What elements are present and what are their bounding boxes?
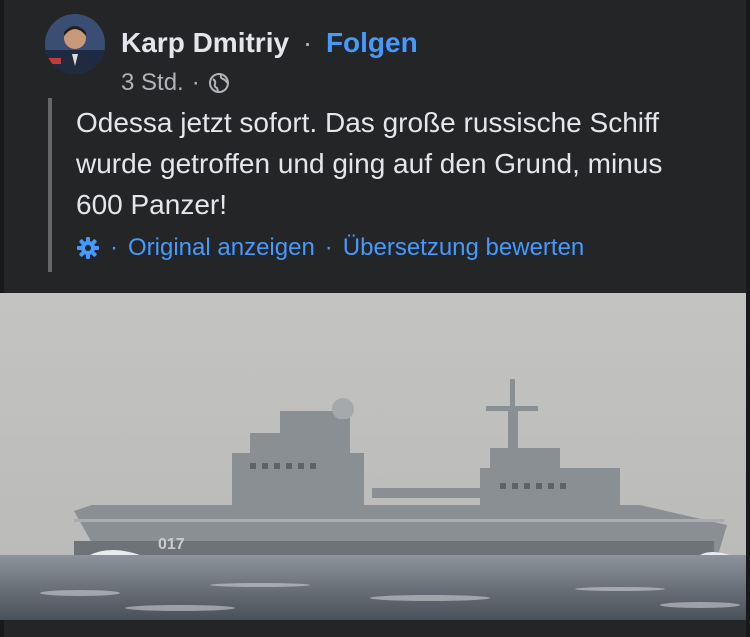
translated-text-block: Odessa jetzt sofort. Das große russische…: [48, 98, 708, 272]
author-line: Karp Dmitriy · Folgen: [121, 26, 418, 60]
post-text: Odessa jetzt sofort. Das große russische…: [76, 107, 663, 220]
follow-button[interactable]: Folgen: [326, 27, 418, 58]
translation-separator-2: ·: [324, 234, 333, 261]
avatar[interactable]: [45, 14, 105, 74]
author-name[interactable]: Karp Dmitriy: [121, 27, 289, 58]
post-card: Karp Dmitriy · Folgen 3 Std. · Odessa je…: [0, 0, 750, 637]
rate-translation-link[interactable]: Übersetzung bewerten: [343, 234, 584, 262]
meta-separator: ·: [191, 69, 200, 96]
translation-separator-1: ·: [110, 234, 118, 261]
hull-number: 017: [158, 536, 185, 553]
translation-bar: · Original anzeigen · Übersetzung bewert…: [76, 234, 584, 262]
post-image[interactable]: 017: [0, 293, 750, 620]
post-meta: 3 Std. ·: [121, 68, 230, 98]
author-separator: ·: [302, 27, 313, 58]
show-original-link[interactable]: Original anzeigen: [128, 234, 315, 262]
gear-icon[interactable]: [76, 236, 100, 260]
post-timestamp[interactable]: 3 Std.: [121, 68, 184, 98]
globe-icon[interactable]: [208, 72, 230, 94]
